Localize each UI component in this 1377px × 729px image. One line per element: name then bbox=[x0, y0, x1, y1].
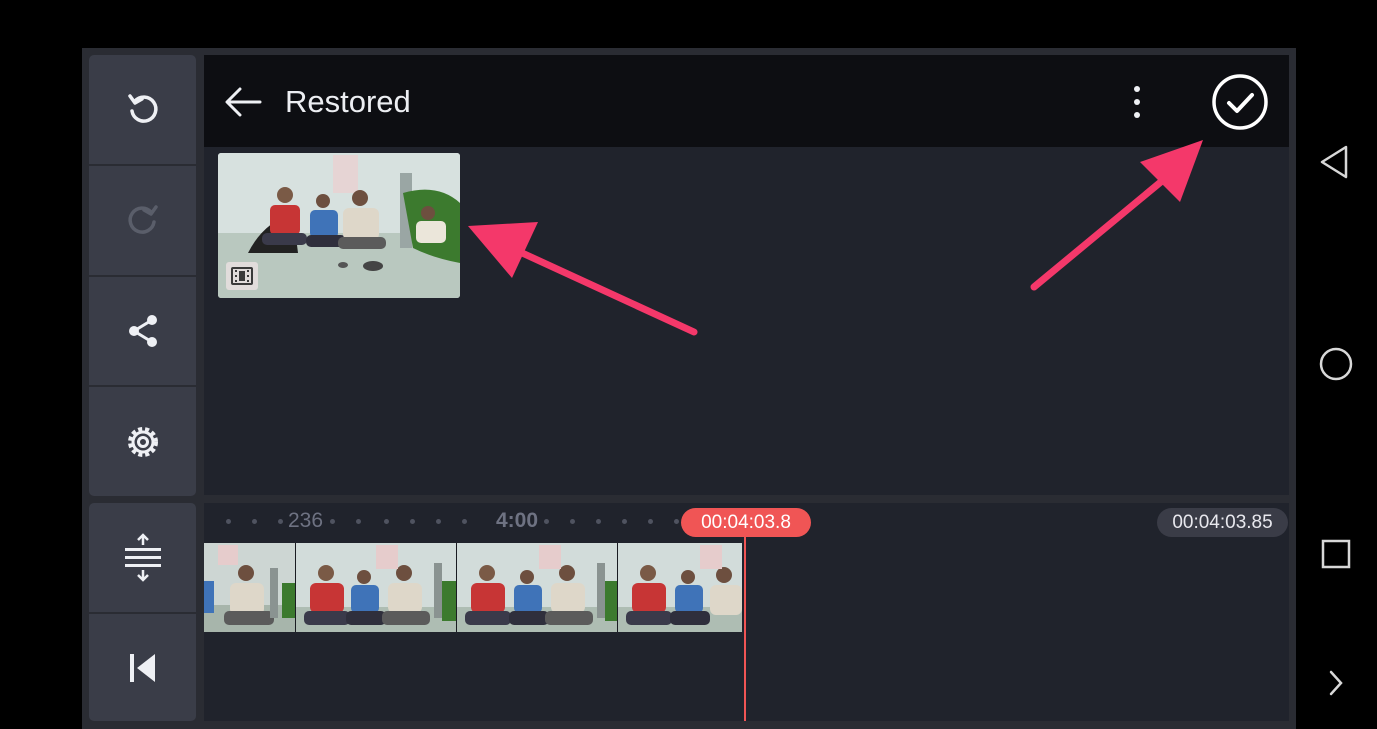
system-home-button[interactable] bbox=[1318, 346, 1354, 382]
chevron-right-icon bbox=[1329, 670, 1343, 696]
square-recents-icon bbox=[1321, 539, 1351, 569]
system-back-button[interactable] bbox=[1318, 143, 1352, 181]
arrow-to-confirm bbox=[1030, 140, 1203, 291]
annotation-arrows bbox=[468, 140, 1203, 336]
arrow-to-thumbnail bbox=[468, 222, 698, 336]
system-nav-bar bbox=[1296, 0, 1377, 729]
system-recents-button[interactable] bbox=[1320, 538, 1352, 570]
circle-home-icon bbox=[1319, 347, 1353, 381]
system-more-button[interactable] bbox=[1324, 668, 1348, 698]
triangle-back-icon bbox=[1320, 145, 1348, 179]
